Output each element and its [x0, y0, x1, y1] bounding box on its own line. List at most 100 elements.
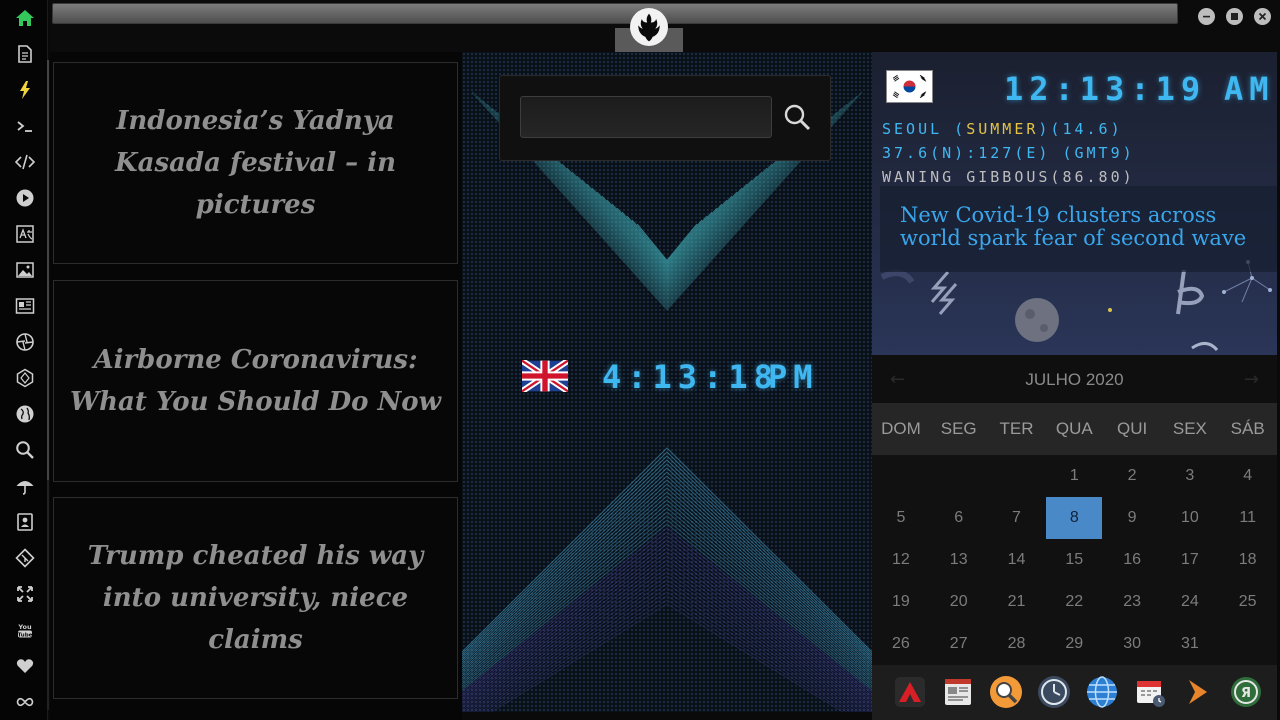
calendar-day[interactable]: 3: [1161, 455, 1219, 497]
image-icon[interactable]: [12, 257, 38, 283]
coordinates-line: 37.6(N):127(E) (GMT9): [882, 144, 1135, 162]
expand-icon[interactable]: [12, 581, 38, 607]
calendar-app-icon[interactable]: [1132, 674, 1168, 710]
calendar-day[interactable]: 21: [988, 581, 1046, 623]
calendar-day[interactable]: 11: [1219, 497, 1277, 539]
heart-icon[interactable]: [12, 653, 38, 679]
city-label: SEOUL: [882, 120, 943, 138]
infinity-icon[interactable]: [12, 689, 38, 715]
calendar-day[interactable]: 18: [1219, 539, 1277, 581]
calendar-day[interactable]: 20: [930, 581, 988, 623]
aperture-icon[interactable]: [12, 329, 38, 355]
calendar-day[interactable]: 13: [930, 539, 988, 581]
calendar-day[interactable]: 27: [930, 623, 988, 665]
calendar-day[interactable]: 24: [1161, 581, 1219, 623]
newspaper-icon[interactable]: [12, 293, 38, 319]
calendar-day[interactable]: 7: [988, 497, 1046, 539]
season-label: SUMMER: [966, 120, 1039, 138]
calendar-day[interactable]: 5: [872, 497, 930, 539]
search-icon[interactable]: [12, 437, 38, 463]
calendar-day[interactable]: 6: [930, 497, 988, 539]
close-button[interactable]: [1254, 8, 1271, 25]
search-button[interactable]: [780, 100, 814, 134]
weekday-label: QUA: [1055, 419, 1093, 438]
weekday-label: SÁB: [1230, 419, 1265, 438]
lightning-icon[interactable]: [12, 77, 38, 103]
rebel-alliance-logo-icon[interactable]: [630, 8, 668, 46]
calendar-day[interactable]: 16: [1103, 539, 1161, 581]
news-title[interactable]: Indonesia’s Yadnya Kasada festival – in …: [64, 100, 447, 226]
globe-icon[interactable]: [12, 401, 38, 427]
calendar-day[interactable]: 30: [1103, 623, 1161, 665]
search-input[interactable]: [520, 96, 772, 138]
calendar-day[interactable]: 29: [1045, 623, 1103, 665]
youtube-icon[interactable]: You Tube: [12, 617, 38, 643]
hexagon-icon[interactable]: [12, 365, 38, 391]
dock-scrollbar-thumb[interactable]: [47, 60, 49, 480]
app-launcher-icon[interactable]: [892, 674, 928, 710]
calendar-day[interactable]: 4: [1219, 455, 1277, 497]
calendar-header: ← JULHO 2020 →: [872, 355, 1277, 403]
calendar-month-title[interactable]: JULHO 2020: [872, 370, 1277, 390]
calendar-day[interactable]: 31: [1161, 623, 1219, 665]
yandex-icon[interactable]: Я: [1228, 674, 1264, 710]
kr-flag-icon: [886, 70, 933, 103]
calendar-day[interactable]: 2: [1103, 455, 1161, 497]
screen: You Tube Indonesia’s Yadnya Kasada festiv…: [0, 0, 1280, 720]
magnifier-app-icon[interactable]: [988, 674, 1024, 710]
calendar-empty-cell: [872, 455, 930, 497]
calendar-day[interactable]: 14: [988, 539, 1046, 581]
browser-globe-icon[interactable]: [1084, 674, 1120, 710]
svg-text:You: You: [17, 623, 32, 631]
calendar-day[interactable]: 10: [1161, 497, 1219, 539]
calendar-weekdays: DOM SEG TER QUA QUI SEX SÁB: [872, 403, 1277, 455]
left-dock: You Tube: [0, 0, 48, 720]
clock-app-icon[interactable]: [1036, 674, 1072, 710]
headline-text[interactable]: New Covid-19 clusters across world spark…: [900, 203, 1246, 250]
terminal-icon[interactable]: [12, 113, 38, 139]
weekday-label: DOM: [881, 419, 921, 438]
right-panel: 12:13:19 AM SEOUL (SUMMER)(14.6) 37.6(N)…: [872, 52, 1280, 720]
weekday-label: TER: [999, 419, 1034, 438]
news-card[interactable]: Airborne Coronavirus: What You Should Do…: [53, 280, 458, 482]
calendar-day[interactable]: 19: [872, 581, 930, 623]
calendar-day[interactable]: 12: [872, 539, 930, 581]
umbrella-icon[interactable]: [12, 473, 38, 499]
calendar-day[interactable]: 23: [1103, 581, 1161, 623]
address-bar[interactable]: [52, 3, 1178, 24]
kr-clock-ampm: AM: [1224, 70, 1275, 108]
forward-arrow-icon[interactable]: [1180, 674, 1216, 710]
translate-icon[interactable]: [12, 221, 38, 247]
next-month-arrow-icon[interactable]: →: [1244, 369, 1259, 390]
news-title[interactable]: Airborne Coronavirus: What You Should Do…: [64, 339, 447, 423]
calendar-day[interactable]: 25: [1219, 581, 1277, 623]
news-card[interactable]: Trump cheated his way into university, n…: [53, 497, 458, 699]
calendar-day[interactable]: 17: [1161, 539, 1219, 581]
news-card[interactable]: Indonesia’s Yadnya Kasada festival – in …: [53, 62, 458, 264]
news-column: Indonesia’s Yadnya Kasada festival – in …: [50, 52, 462, 720]
temperature-value: 14.6: [1062, 120, 1111, 138]
calendar-day[interactable]: 28: [988, 623, 1046, 665]
calendar-day[interactable]: 22: [1045, 581, 1103, 623]
contacts-icon[interactable]: [12, 509, 38, 535]
home-icon[interactable]: [12, 5, 38, 31]
calendar-day[interactable]: 15: [1045, 539, 1103, 581]
web-news-icon[interactable]: [940, 674, 976, 710]
headline-banner[interactable]: New Covid-19 clusters across world spark…: [880, 186, 1277, 272]
app-taskbar: Я: [872, 665, 1277, 720]
document-icon[interactable]: [12, 41, 38, 67]
news-title[interactable]: Trump cheated his way into university, n…: [64, 535, 447, 661]
minimize-button[interactable]: [1198, 8, 1215, 25]
calendar-day-today[interactable]: 8: [1046, 497, 1103, 539]
calendar-day[interactable]: 1: [1045, 455, 1103, 497]
calendar-day[interactable]: 9: [1103, 497, 1161, 539]
play-icon[interactable]: [12, 185, 38, 211]
calendar-empty-cell: [930, 455, 988, 497]
git-icon[interactable]: [12, 545, 38, 571]
center-clock-panel: 4:13:18 PM: [462, 52, 872, 712]
kr-clock-time: 12:13:19: [1004, 70, 1207, 108]
code-icon[interactable]: [12, 149, 38, 175]
astro-clock-widget: 12:13:19 AM SEOUL (SUMMER)(14.6) 37.6(N)…: [872, 52, 1277, 355]
calendar-day[interactable]: 26: [872, 623, 930, 665]
maximize-button[interactable]: [1226, 8, 1243, 25]
